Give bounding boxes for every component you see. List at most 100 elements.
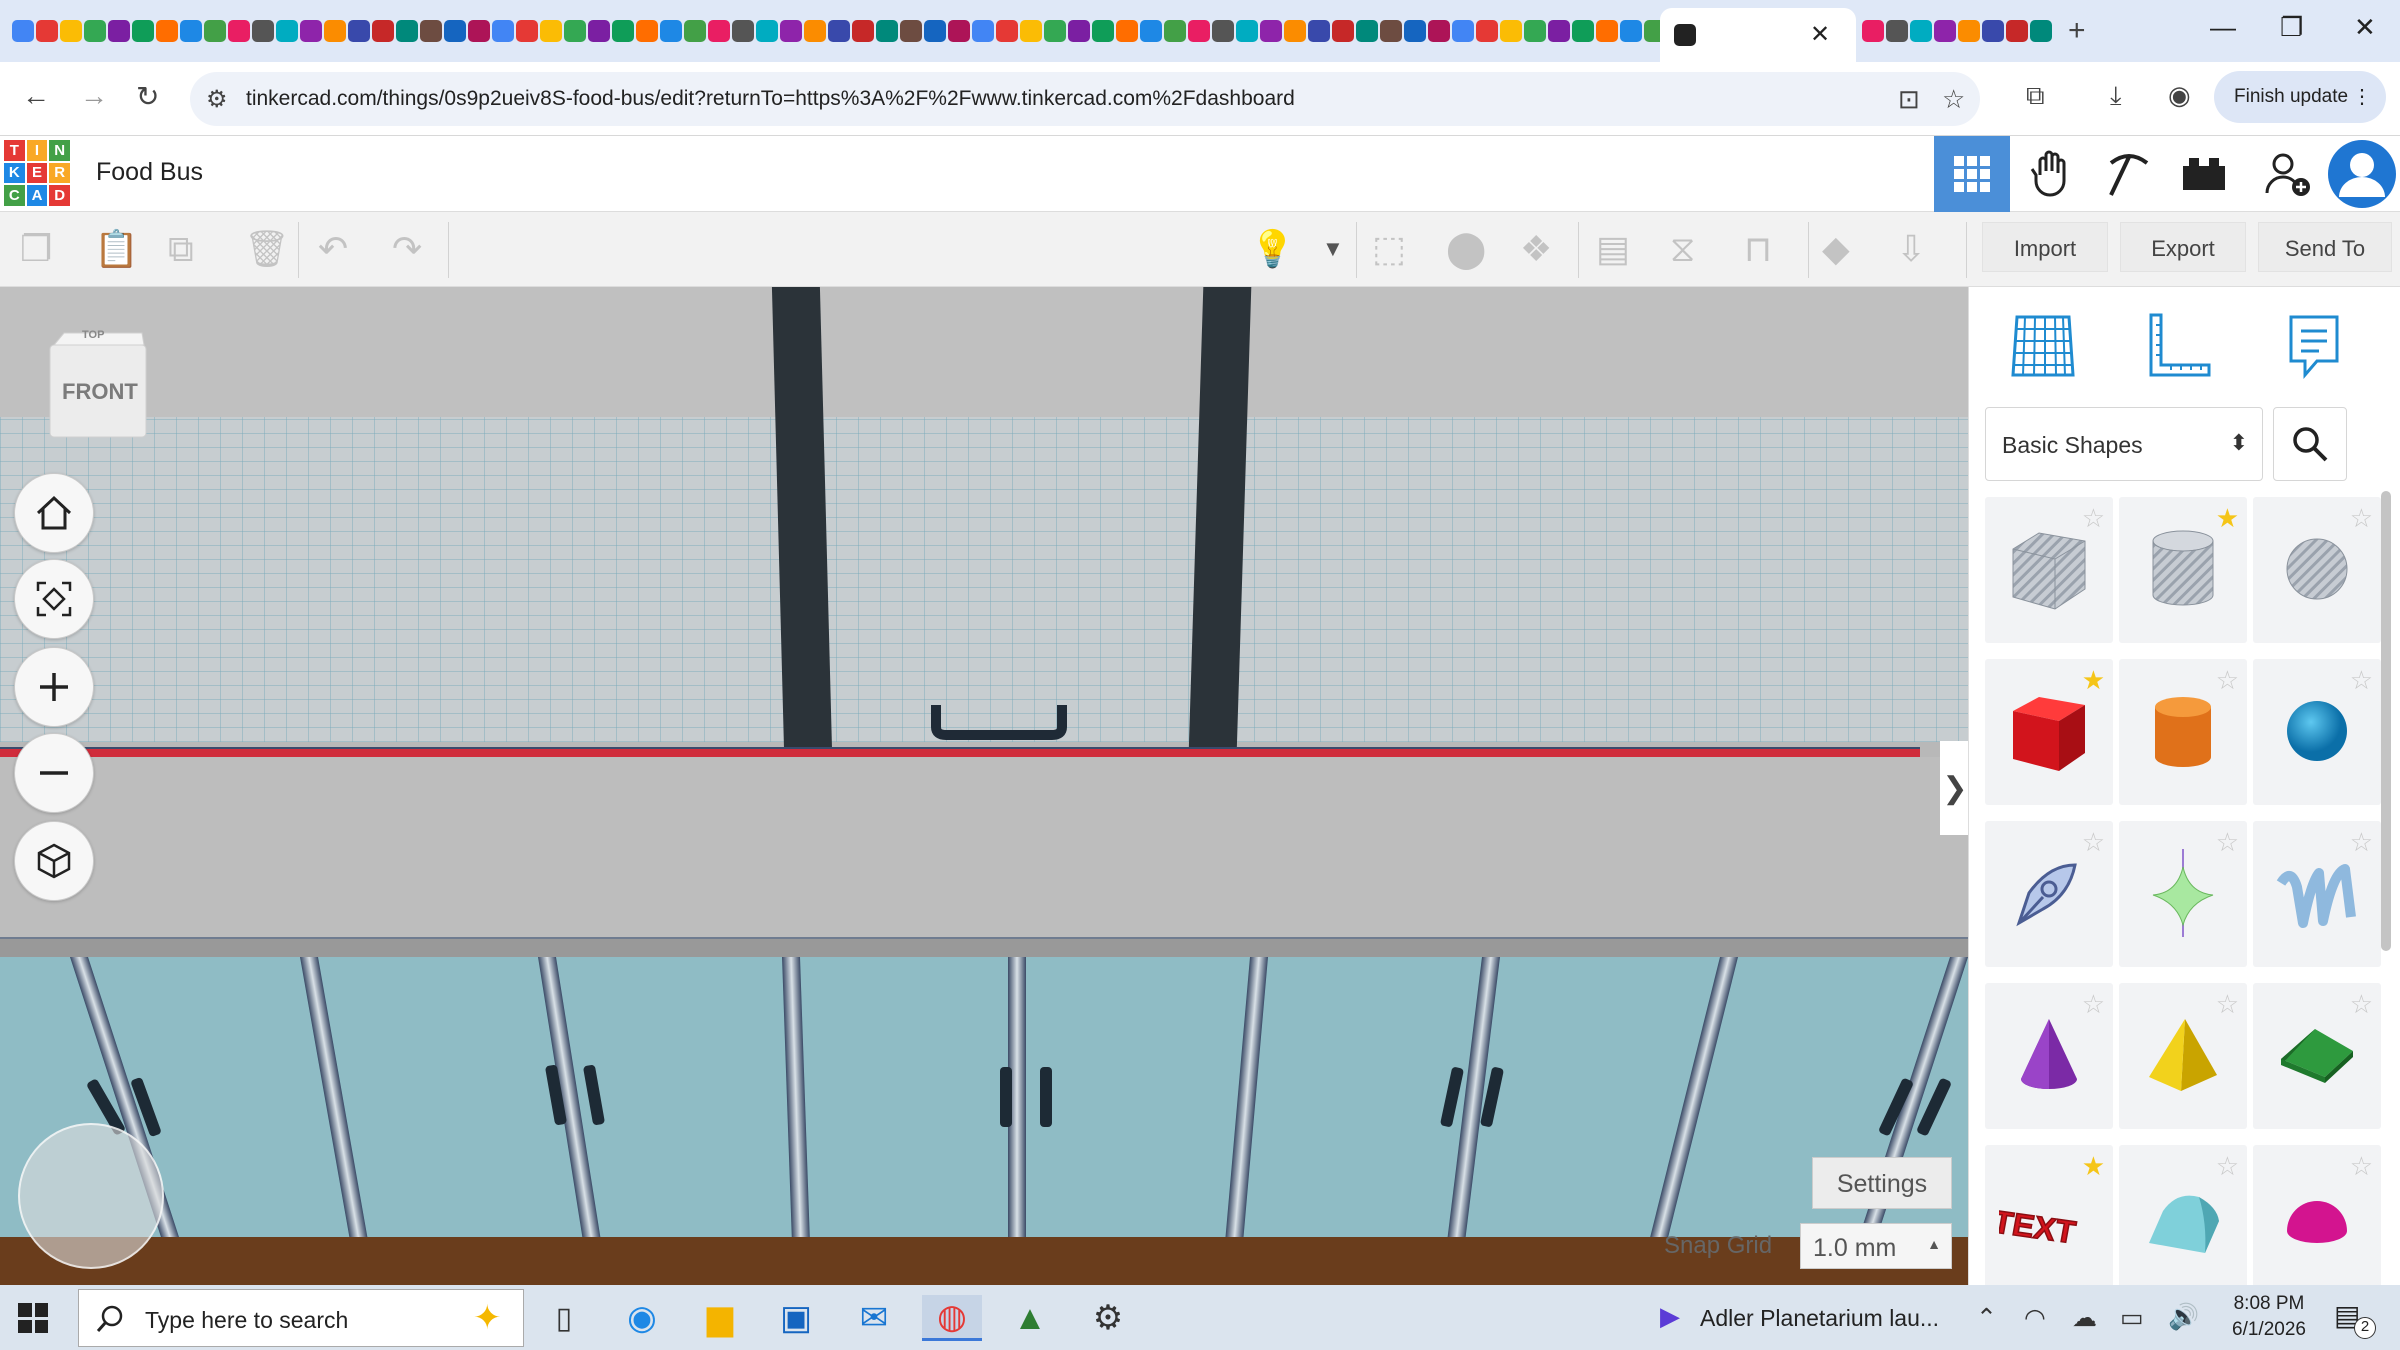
tab-favicon-icon[interactable] [732,20,754,42]
active-tab[interactable]: ✕ [1660,8,1856,62]
tab-favicon-icon[interactable] [1236,20,1258,42]
bookmark-star-icon[interactable]: ☆ [1942,84,1965,115]
tab-favicon-icon[interactable] [684,20,706,42]
tab-favicon-icon[interactable] [660,20,682,42]
ungroup-icon[interactable]: ❖ [1520,228,1552,270]
tab-favicon-icon[interactable] [1886,20,1908,42]
shape-tile-scribble[interactable]: ☆ [1985,821,2113,967]
send-to-button[interactable]: Send To [2258,222,2392,272]
tab-favicon-icon[interactable] [708,20,730,42]
favorite-star-icon[interactable]: ☆ [2082,503,2105,534]
shape-tile-text-scribble[interactable]: ☆ [2253,821,2381,967]
workplane-icon[interactable]: ⬚ [1372,228,1406,270]
more-menu-icon[interactable]: ⋮ [2352,84,2372,109]
tab-favicon-icon[interactable] [228,20,250,42]
forward-button[interactable]: → [80,80,108,112]
pickaxe-icon[interactable] [2090,136,2166,212]
mirror-icon[interactable]: ⧖ [1670,228,1695,271]
favorite-star-icon[interactable]: ☆ [2216,827,2239,858]
outlook-icon[interactable]: ✉ [844,1295,904,1341]
tab-favicon-icon[interactable] [1332,20,1354,42]
omnibox[interactable]: ⚙ tinkercad.com/things/0s9p2ueiv8S-food-… [190,72,1980,126]
app-a-icon[interactable]: ▲ [1000,1295,1060,1341]
paste-icon[interactable]: 📋 [94,228,139,270]
tab-favicon-icon[interactable] [1140,20,1162,42]
tab-favicon-icon[interactable] [756,20,778,42]
favorite-star-icon[interactable]: ☆ [2350,827,2373,858]
tab-favicon-icon[interactable] [1934,20,1956,42]
edge-icon[interactable]: ◉ [612,1295,672,1341]
finish-update-button[interactable]: Finish update ⋮ [2214,71,2386,123]
tab-favicon-icon[interactable] [1188,20,1210,42]
tab-favicon-icon[interactable] [1260,20,1282,42]
tab-favicon-icon[interactable] [540,20,562,42]
tab-favicon-icon[interactable] [12,20,34,42]
zoom-in-button[interactable] [14,647,94,727]
bus-red-trim[interactable] [0,747,1920,757]
tab-favicon-icon[interactable] [900,20,922,42]
favorite-star-icon[interactable]: ☆ [2350,503,2373,534]
grid-view-icon[interactable] [1934,136,2010,212]
tab-favicon-icon[interactable] [1572,20,1594,42]
favorite-star-icon[interactable]: ☆ [2216,1151,2239,1182]
tab-favicon-icon[interactable] [1284,20,1306,42]
tab-favicon-icon[interactable] [444,20,466,42]
clock-time[interactable]: 8:08 PM [2224,1293,2314,1315]
home-view-button[interactable] [14,473,94,553]
tab-favicon-icon[interactable] [132,20,154,42]
tab-favicon-icon[interactable] [1548,20,1570,42]
tab-favicon-icon[interactable] [84,20,106,42]
shape-tile-round-roof[interactable]: ☆ [2119,1145,2247,1291]
tab-favicon-icon[interactable] [468,20,490,42]
tab-favicon-icon[interactable] [2030,20,2052,42]
download-icon[interactable]: ⤓ [2110,80,2122,112]
cabinet-row[interactable] [0,957,1968,1237]
tab-favicon-icon[interactable] [1862,20,1884,42]
fit-view-button[interactable] [14,559,94,639]
tab-favicon-icon[interactable] [1212,20,1234,42]
design-title[interactable]: Food Bus [96,158,203,187]
favorite-star-icon[interactable]: ☆ [2216,989,2239,1020]
favorite-star-icon[interactable]: ☆ [2350,989,2373,1020]
settings-button[interactable]: Settings [1812,1157,1952,1209]
close-window-button[interactable]: ✕ [2354,12,2376,43]
tab-favicon-icon[interactable] [1524,20,1546,42]
orbit-joystick[interactable] [18,1123,164,1269]
undo-icon[interactable]: ↶ [318,228,348,270]
wifi-icon[interactable]: ◠ [2024,1303,2046,1333]
tinkercad-logo[interactable]: TIN KER CAD [4,140,70,206]
chevron-up-icon[interactable]: ⌃ [1976,1303,1997,1333]
tab-favicon-icon[interactable] [804,20,826,42]
tab-favicon-icon[interactable] [612,20,634,42]
settings-gear-icon[interactable]: ⚙ [1078,1295,1138,1341]
tab-search-icon[interactable]: ⧉ [2026,80,2045,112]
tab-favicon-icon[interactable] [1068,20,1090,42]
tab-favicon-icon[interactable] [780,20,802,42]
small-handle-shape[interactable] [930,697,1070,747]
tab-favicon-icon[interactable] [1164,20,1186,42]
tab-favicon-icon[interactable] [1958,20,1980,42]
viewcube-front-label[interactable]: FRONT [62,379,138,405]
shape-tile-box[interactable]: ★ [1985,659,2113,805]
cruise-icon[interactable]: ⊓ [1744,228,1772,270]
group-icon[interactable]: ⬤ [1446,228,1486,270]
tab-favicon-icon[interactable] [492,20,514,42]
note-dropdown-icon[interactable]: ▼ [1322,236,1344,262]
collapse-panel-button[interactable]: ❯ [1940,741,1968,835]
tab-favicon-icon[interactable] [1428,20,1450,42]
start-button[interactable] [18,1303,48,1333]
tab-favicon-icon[interactable] [396,20,418,42]
new-tab-button[interactable]: + [2068,14,2086,48]
avatar[interactable] [2324,136,2400,212]
tab-favicon-icon[interactable] [1476,20,1498,42]
snap-grid-select[interactable]: 1.0 mm ▲ [1800,1223,1952,1269]
duplicate-icon[interactable]: ⧉ [168,228,194,271]
favorite-star-icon[interactable]: ☆ [2082,827,2105,858]
reload-button[interactable]: ↻ [136,80,159,113]
site-settings-icon[interactable]: ⚙ [206,85,228,114]
task-view-icon[interactable]: ▯ [534,1295,594,1341]
store-icon[interactable]: ▣ [766,1295,826,1341]
install-app-icon[interactable]: ⊡ [1898,84,1920,115]
tab-favicon-icon[interactable] [876,20,898,42]
tab-favicon-icon[interactable] [828,20,850,42]
